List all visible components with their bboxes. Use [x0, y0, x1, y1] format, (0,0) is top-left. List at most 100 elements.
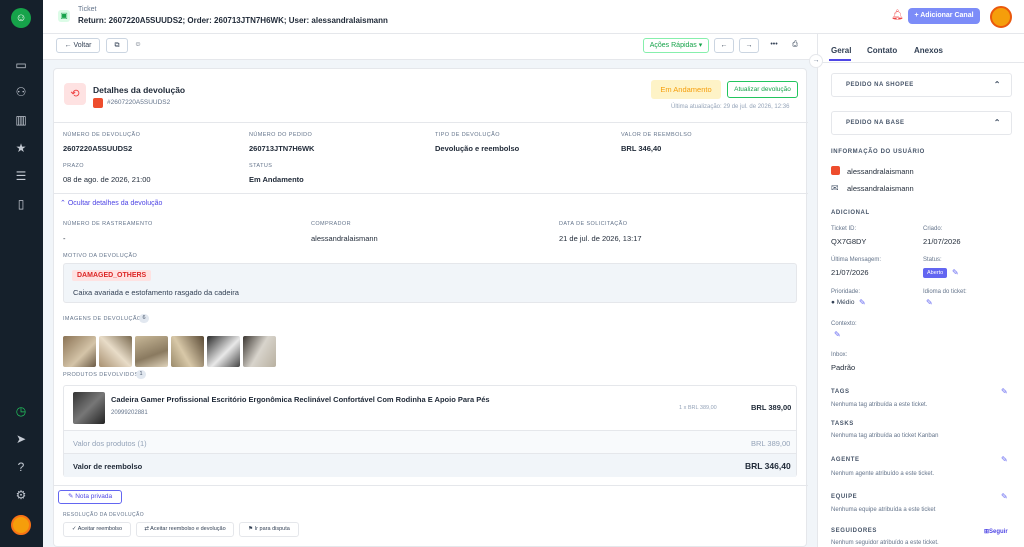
reason-label: Motivo da devolução [63, 253, 138, 259]
tasks-heading: TASKS [831, 421, 854, 427]
priority-text: Médio [836, 299, 855, 306]
help-icon[interactable]: ? [13, 459, 29, 475]
notification-bell-icon[interactable]: 🔔︎ [891, 10, 904, 21]
edit-status-icon[interactable]: ✎ [952, 268, 959, 277]
product-unit-price: 1 x BRL 389,00 [679, 405, 717, 411]
accordion-label: PEDIDO NA SHOPEE [846, 82, 914, 88]
app-logo-icon[interactable]: ☺ [11, 8, 31, 28]
agent-heading: AGENTE [831, 457, 860, 463]
emoji-icon[interactable]: ☺ [132, 38, 144, 53]
edit-tags-icon[interactable]: ✎ [1001, 387, 1008, 396]
created-label: Criado: [923, 226, 943, 232]
products-label: Produtos devolvidos [63, 372, 139, 378]
list-icon[interactable]: ☰ [13, 168, 29, 184]
return-image-2[interactable] [99, 336, 132, 367]
edit-agent-icon[interactable]: ✎ [1001, 455, 1008, 464]
tab-geral[interactable]: Geral [831, 46, 851, 55]
hide-details-label: Ocultar detalhes da devolução [67, 200, 163, 207]
shopee-order-accordion[interactable]: PEDIDO NA SHOPEE ⌃ [831, 73, 1012, 97]
return-image-1[interactable] [63, 336, 96, 367]
collapse-panel-icon[interactable]: → [809, 54, 823, 68]
product-sku: 20999202881 [111, 410, 148, 416]
contacts-icon[interactable]: ⚇ [13, 84, 29, 100]
images-count-badge: 6 [139, 314, 149, 323]
field-label: Prazo [63, 163, 84, 169]
chevron-up-icon: ⌃ [993, 118, 1001, 127]
edit-context-icon[interactable]: ✎ [834, 330, 841, 339]
base-order-accordion[interactable]: PEDIDO NA BASE ⌃ [831, 111, 1012, 135]
back-label: Voltar [73, 42, 92, 49]
product-price: BRL 389,00 [751, 403, 792, 412]
field-value: Devolução e reembolso [435, 144, 520, 153]
back-button[interactable]: ← Voltar [56, 38, 100, 53]
ticket-id: QX7G8DY [831, 237, 867, 246]
print-icon[interactable]: ⎙ [788, 38, 802, 53]
tab-anexos[interactable]: Anexos [914, 46, 943, 55]
open-external-icon[interactable]: ⧉ [106, 38, 128, 53]
user-email: alessandralaismann [847, 184, 914, 193]
settings-icon[interactable]: ⚙ [13, 487, 29, 503]
accept-refund-button[interactable]: ✓ Aceitar reembolso [63, 522, 131, 537]
edit-priority-icon[interactable]: ✎ [859, 298, 866, 307]
follow-label: Seguir [989, 529, 1008, 535]
tab-contato[interactable]: Contato [867, 46, 897, 55]
refund-row: Valor de reembolso BRL 346,40 [64, 453, 796, 477]
ticket-title: Return: 2607220A5SUUDS2; Order: 260713JT… [78, 16, 388, 25]
return-image-4[interactable] [171, 336, 204, 367]
dispute-button[interactable]: ⚑ Ir para disputa [239, 522, 299, 537]
accordion-label: PEDIDO NA BASE [846, 120, 905, 126]
edit-team-icon[interactable]: ✎ [1001, 492, 1008, 501]
main-area: ⟲ Detalhes da devolução #2607220A5SUUDS2… [43, 60, 817, 547]
divider [54, 122, 808, 123]
divider [54, 193, 808, 194]
status-badge[interactable]: Aberto [923, 268, 948, 278]
star-icon[interactable]: ★ [13, 140, 29, 156]
return-image-3[interactable] [135, 336, 168, 367]
add-channel-button[interactable]: + Adicionar Canal [908, 8, 980, 24]
field-value: 260713JTN7H6WK [249, 144, 315, 153]
ticket-toolbar: ← Voltar ⧉ ☺ Ações Rápidas ▾ ← → ••• ⎙ [43, 34, 817, 60]
ticket-label: Ticket [78, 6, 97, 13]
active-tab-indicator [829, 59, 851, 61]
field-label: Tipo de devolução [435, 132, 500, 138]
profile-avatar[interactable] [990, 6, 1012, 28]
followers-empty: Nenhum seguidor atribuído a este ticket. [831, 540, 939, 546]
return-card: ⟲ Detalhes da devolução #2607220A5SUUDS2… [53, 68, 808, 547]
update-return-button[interactable]: Atualizar devolução [727, 81, 798, 98]
next-ticket-button[interactable]: → [739, 38, 759, 53]
field-label: Número do pedido [249, 132, 313, 138]
return-subtitle: #2607220A5SUUDS2 [107, 99, 171, 106]
additional-heading: ADICIONAL [831, 210, 870, 216]
hide-details-link[interactable]: ⌃ Ocultar detalhes da devolução [60, 199, 162, 207]
detail-label: Data de solicitação [559, 221, 628, 227]
detail-label: Comprador [311, 221, 351, 227]
reason-box: DAMAGED_OTHERS Caixa avariada e estofame… [63, 263, 797, 303]
status-online-icon[interactable]: ◷ [13, 403, 29, 419]
last-msg-label: Última Mensagem: [831, 257, 882, 263]
quick-actions-button[interactable]: Ações Rápidas ▾ [643, 38, 709, 53]
follow-button[interactable]: ⊞Seguir [984, 528, 1008, 535]
ticket-id-label: Ticket ID: [831, 226, 857, 232]
refund-value: BRL 346,40 [745, 461, 791, 471]
images-label: Imagens de devolução [63, 316, 142, 322]
product-image [73, 392, 105, 424]
field-label: Valor de reembolso [621, 132, 692, 138]
user-avatar[interactable] [11, 515, 31, 535]
edit-language-icon[interactable]: ✎ [926, 298, 933, 307]
more-icon[interactable]: ••• [767, 38, 781, 53]
book-icon[interactable]: ▯ [13, 196, 29, 212]
private-note-button[interactable]: ✎ Nota privada [58, 490, 122, 504]
inbox-icon[interactable]: ▭ [13, 57, 29, 73]
action-label: Aceitar reembolso [77, 526, 123, 532]
products-count-badge: 1 [136, 370, 146, 379]
reason-code-badge: DAMAGED_OTHERS [72, 270, 152, 281]
return-image-5[interactable] [207, 336, 240, 367]
field-value: 08 de ago. de 2026, 21:00 [63, 175, 151, 184]
mail-icon: ✉ [831, 183, 839, 193]
send-icon[interactable]: ➤ [13, 431, 29, 447]
return-image-6[interactable] [243, 336, 276, 367]
accept-refund-return-button[interactable]: ⇄ Aceitar reembolso e devolução [136, 522, 234, 537]
reports-icon[interactable]: ▥ [13, 112, 29, 128]
prev-ticket-button[interactable]: ← [714, 38, 734, 53]
action-label: Aceitar reembolso e devolução [150, 526, 226, 532]
